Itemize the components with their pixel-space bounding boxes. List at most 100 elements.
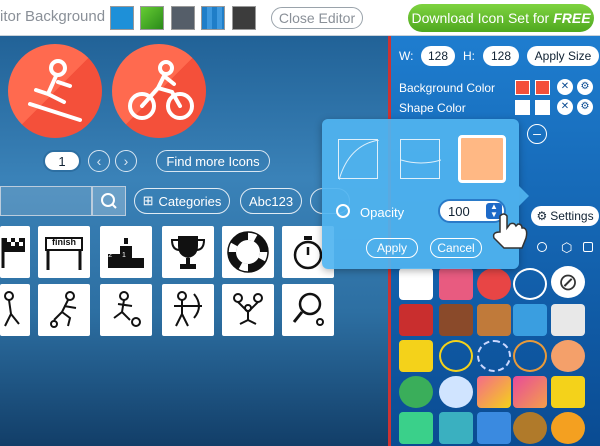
background-swatch-3[interactable] — [171, 6, 195, 30]
top-toolbar: itor Background Close Editor Download Ic… — [0, 0, 600, 36]
categories-label: Categories — [158, 193, 222, 209]
shape-cell[interactable] — [399, 340, 433, 372]
lifebuoy-tile[interactable] — [222, 226, 274, 278]
shape-color-swatch-1[interactable] — [515, 100, 530, 115]
shape-cell[interactable] — [551, 340, 585, 372]
search-input[interactable] — [0, 186, 92, 216]
background-swatch-5[interactable] — [232, 6, 256, 30]
person-icon — [4, 291, 20, 327]
shape-cell[interactable] — [399, 412, 433, 444]
lifebuoy-icon — [227, 231, 269, 273]
shape-color-edit-icon[interactable]: ⚙ — [577, 99, 593, 115]
height-label: H: — [463, 49, 475, 63]
shape-cell[interactable] — [477, 412, 511, 444]
shape-cell[interactable] — [477, 376, 511, 408]
no-shape-icon[interactable]: ⊘ — [551, 266, 585, 298]
height-input[interactable]: 128 — [483, 46, 519, 66]
width-label: W: — [399, 49, 414, 63]
cancel-button[interactable]: Cancel — [430, 238, 482, 258]
collapse-button[interactable]: – — [527, 124, 547, 144]
skating-icon — [50, 291, 77, 328]
prev-page-button[interactable]: ‹ — [88, 150, 110, 172]
editor-background-label: itor Background — [0, 8, 106, 25]
shape-cell[interactable] — [439, 412, 473, 444]
categories-button[interactable]: ⊞ Categories — [134, 188, 230, 214]
shape-cell[interactable] — [477, 268, 511, 300]
podium-numbers: 2 1 3 — [108, 252, 144, 259]
download-icon-set-button[interactable]: Download Icon Set for FREE — [408, 4, 594, 32]
abc123-button[interactable]: Abc123 — [240, 188, 302, 214]
shape-cell[interactable] — [439, 340, 473, 372]
selected-shape-option[interactable] — [458, 135, 506, 183]
apply-button[interactable]: Apply — [366, 238, 418, 258]
shape-color-swatch-2[interactable] — [535, 100, 550, 115]
opacity-label: Opacity — [360, 205, 405, 220]
gear-icon: ⚙ — [536, 209, 548, 223]
download-free-label: FREE — [553, 10, 591, 26]
shape-cell[interactable] — [399, 268, 433, 300]
person-tile[interactable] — [0, 284, 30, 336]
table-tennis-tile[interactable] — [282, 284, 334, 336]
bg-color-swatch-2[interactable] — [535, 80, 550, 95]
finish-flag-tile[interactable] — [0, 226, 30, 278]
square-filter-icon[interactable] — [583, 242, 593, 252]
circle-filter-icon[interactable] — [537, 242, 547, 252]
background-swatch-4[interactable] — [201, 6, 225, 30]
skiing-preview-icon[interactable] — [8, 44, 102, 138]
wave-shape-option[interactable] — [400, 139, 442, 179]
finish-line-tile[interactable]: finish — [38, 226, 90, 278]
bg-color-edit-icon[interactable]: ⚙ — [577, 79, 593, 95]
gymnastics-tile[interactable] — [222, 284, 274, 336]
shape-cell[interactable] — [513, 340, 547, 372]
soccer-icon — [113, 291, 141, 327]
curve-shape-option[interactable] — [338, 139, 380, 181]
cycling-preview-icon[interactable] — [112, 44, 206, 138]
shape-cell[interactable] — [551, 412, 585, 444]
opacity-icon — [336, 204, 350, 218]
shape-cell[interactable] — [477, 340, 511, 372]
search-button[interactable] — [92, 186, 126, 216]
shape-cell[interactable] — [513, 304, 547, 336]
chevron-left-icon: ‹ — [96, 153, 102, 169]
next-page-button[interactable]: › — [115, 150, 137, 172]
shape-cell[interactable] — [551, 376, 585, 408]
shape-cell[interactable] — [477, 304, 511, 336]
shape-cell[interactable] — [513, 376, 547, 408]
shape-cell[interactable] — [439, 304, 473, 336]
trophy-tile[interactable] — [162, 226, 214, 278]
podium-tile[interactable]: 2 1 3 — [100, 226, 152, 278]
settings-button[interactable]: ⚙ Settings — [531, 206, 599, 226]
background-swatch-2[interactable] — [140, 6, 164, 30]
bg-color-swatch-1[interactable] — [515, 80, 530, 95]
shape-cell[interactable] — [513, 268, 547, 300]
archery-tile[interactable] — [162, 284, 214, 336]
skating-tile[interactable] — [38, 284, 90, 336]
apply-size-button[interactable]: Apply Size — [527, 46, 599, 66]
hand-cursor-icon — [490, 212, 528, 257]
search-icon — [101, 193, 117, 209]
download-label: Download Icon Set for — [411, 10, 550, 26]
close-editor-button[interactable]: Close Editor — [271, 7, 363, 29]
soccer-tile[interactable] — [100, 284, 152, 336]
shape-color-label: Shape Color — [399, 101, 466, 115]
finish-flag-icon — [1, 238, 25, 268]
shape-cell[interactable] — [399, 304, 433, 336]
find-more-icons-button[interactable]: Find more Icons — [156, 150, 270, 172]
opacity-value: 100 — [448, 204, 470, 219]
grid-icon: ⊞ — [142, 193, 154, 208]
shape-cell[interactable] — [439, 376, 473, 408]
background-swatch-1[interactable] — [110, 6, 134, 30]
shape-cell[interactable] — [551, 304, 585, 336]
shape-cell[interactable] — [513, 412, 547, 444]
table-tennis-icon — [292, 292, 324, 326]
background-color-label: Background Color — [399, 81, 496, 95]
page-number-field[interactable]: 1 — [43, 150, 81, 172]
shape-cell[interactable] — [399, 376, 433, 408]
chevron-right-icon: › — [123, 153, 129, 169]
shape-cell[interactable] — [439, 268, 473, 300]
trophy-icon — [170, 236, 206, 269]
width-input[interactable]: 128 — [421, 46, 455, 66]
hexagon-filter-icon[interactable]: ⬡ — [561, 240, 572, 256]
shape-color-options-icon[interactable]: ✕ — [557, 99, 573, 115]
bg-color-options-icon[interactable]: ✕ — [557, 79, 573, 95]
